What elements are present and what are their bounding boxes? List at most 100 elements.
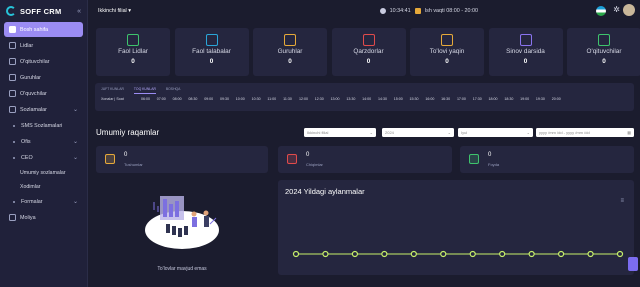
data-point[interactable] [587, 250, 594, 258]
schedule-time: 14:00 [362, 97, 372, 101]
summary-card: 0 Chiqimlar [278, 146, 452, 173]
theme-toggle-icon[interactable]: ✲ [613, 5, 620, 14]
filter-select[interactable]: Iyul ⌄ [458, 128, 533, 137]
schedule-time: 09:30 [219, 97, 229, 101]
filter-value: yyyy /mm /dd - yyyy /mm /dd [539, 130, 590, 135]
chevron-down-icon: ⌄ [72, 199, 78, 205]
current-time: 10:34:41 [389, 8, 411, 14]
stat-card[interactable]: Faol Lidlar 0 [96, 28, 170, 76]
empty-illustration [145, 196, 219, 249]
sidebar-subitem[interactable]: Xodimlar [0, 180, 87, 194]
avatar[interactable] [623, 4, 635, 16]
data-point[interactable] [351, 250, 359, 258]
sidebar-item-label: Bosh sahifa [20, 26, 49, 33]
sidebar-item-sms-sozlamalari[interactable]: SMS Sozlamalari [4, 118, 83, 133]
sidebar-item-o-quvchilar[interactable]: O'quvchilar [4, 86, 83, 101]
stat-card[interactable]: Qarzdorlar 0 [331, 28, 406, 76]
chevron-down-icon: ⌄ [72, 155, 78, 161]
sidebar-item-guruhlar[interactable]: Guruhlar [4, 70, 83, 85]
menu-icon [9, 90, 16, 97]
sidebar-item-formalar[interactable]: Formalar ⌄ [4, 194, 83, 209]
summary-icon [469, 154, 479, 164]
sidebar-item-o-qituvchilar[interactable]: O'qituvchilar [4, 54, 83, 69]
chevron-down-icon: ⌄ [72, 107, 78, 113]
data-point[interactable] [616, 250, 624, 258]
menu-icon [9, 106, 16, 113]
branch-selector[interactable]: Ikkinchi filial ▾ [98, 8, 131, 14]
data-point[interactable] [381, 250, 388, 258]
stat-label: Qarzdorlar [353, 48, 384, 55]
stat-value: 0 [366, 58, 371, 65]
bullet-icon [13, 140, 15, 143]
sidebar-subitem[interactable]: Umumiy sozlamalar [0, 166, 87, 180]
stat-card[interactable]: Faol talabalar 0 [174, 28, 249, 76]
summary-label: Tushumlar [124, 162, 143, 167]
sidebar-item-moliya[interactable]: Moliya [4, 210, 83, 225]
bullet-icon [13, 156, 15, 159]
sidebar-item-bosh-sahifa[interactable]: Bosh sahifa [4, 22, 83, 37]
sidebar-item-lidlar[interactable]: Lidlar [4, 38, 83, 53]
stat-label: Faol talabalar [192, 48, 231, 55]
topbar: Ikkinchi filial ▾ 10:34:41 Ish vaqti 08:… [88, 0, 640, 22]
collapse-sidebar-icon[interactable]: « [77, 8, 81, 15]
side-panel-toggle-button[interactable] [628, 257, 638, 271]
data-point[interactable] [557, 250, 565, 258]
summary-label: Chiqimlar [306, 162, 323, 167]
summary-icon [105, 154, 115, 164]
data-point[interactable] [410, 250, 417, 258]
stat-label: To'lovi yaqin [429, 48, 465, 55]
schedule-time: 13:00 [330, 97, 340, 101]
clock: 10:34:41 Ish vaqti 08:00 - 20:00 [379, 8, 478, 14]
sidebar-item-ceo[interactable]: CEO ⌄ [4, 150, 83, 165]
schedule-time: 19:30 [535, 97, 545, 101]
schedule-tab[interactable]: JUFT KUNLAR [101, 87, 124, 91]
sidebar-item-label: O'qituvchilar [20, 58, 50, 65]
schedule-time: 06:00 [141, 97, 150, 101]
stat-label: O'qituvchilar [586, 48, 622, 55]
turnover-chart-card: 2024 Yildagi aylanmalar ≡ [278, 180, 634, 275]
sidebar-item-label: Moliya [20, 214, 36, 221]
language-flag-icon[interactable] [596, 6, 606, 16]
schedule-panel: JUFT KUNLAR TOQ KUNLAR BOSHQA Xonalar | So… [95, 83, 634, 111]
schedule-tab[interactable]: BOSHQA [166, 87, 181, 91]
sidebar-item-label: SMS Sozlamalari [21, 122, 63, 129]
stat-value: 0 [602, 58, 606, 65]
bullet-icon [13, 124, 15, 127]
schedule-time: 12:00 [298, 97, 308, 101]
bullet-icon [13, 200, 15, 203]
stat-icon [362, 34, 375, 46]
sidebar-item-label: Lidlar [20, 42, 34, 49]
chevron-down-icon: ⌄ [369, 130, 373, 135]
schedule-time: 10:00 [235, 97, 245, 101]
schedule-time: 15:00 [393, 97, 403, 101]
sidebar-item-ofis[interactable]: Ofis ⌄ [4, 134, 83, 149]
sidebar-item-sozlamalar[interactable]: Sozlamalar ⌄ [4, 102, 83, 117]
work-hours: Ish vaqti 08:00 - 20:00 [424, 8, 478, 14]
data-point[interactable] [440, 250, 447, 258]
filter-select[interactable]: Ikkinchi filial ⌄ [304, 128, 376, 137]
schedule-time: 17:30 [472, 97, 482, 101]
sidebar: SOFF CRM « Bosh sahifa Lidlar O'qituvchila… [0, 0, 88, 287]
data-point[interactable] [528, 250, 535, 258]
schedule-time: 07:00 [156, 97, 166, 101]
schedule-time: 13:30 [346, 97, 356, 101]
stat-card[interactable]: To'lovi yaqin 0 [410, 28, 484, 76]
data-point[interactable] [292, 250, 300, 258]
summary-label: Foyda [488, 162, 500, 167]
schedule-tab[interactable]: TOQ KUNLAR [133, 87, 156, 94]
stat-value: 0 [209, 58, 214, 65]
date-range-input[interactable]: yyyy /mm /dd - yyyy /mm /dd ▦ [536, 128, 634, 137]
stat-card[interactable]: O'qituvchilar 0 [567, 28, 640, 76]
stat-value: 0 [523, 58, 528, 65]
stat-card[interactable]: Sinov darsida 0 [488, 28, 563, 76]
filter-select[interactable]: 2024 ⌄ [382, 128, 454, 137]
schedule-time: 15:30 [409, 97, 419, 101]
sidebar-item-label: Guruhlar [20, 74, 41, 81]
data-point[interactable] [322, 250, 329, 258]
menu-icon [9, 74, 16, 81]
app-name: SOFF CRM [20, 6, 62, 16]
schedule-time: 09:00 [204, 97, 214, 101]
data-point[interactable] [499, 250, 506, 258]
data-point[interactable] [469, 250, 476, 258]
stat-card[interactable]: Guruhlar 0 [253, 28, 327, 76]
